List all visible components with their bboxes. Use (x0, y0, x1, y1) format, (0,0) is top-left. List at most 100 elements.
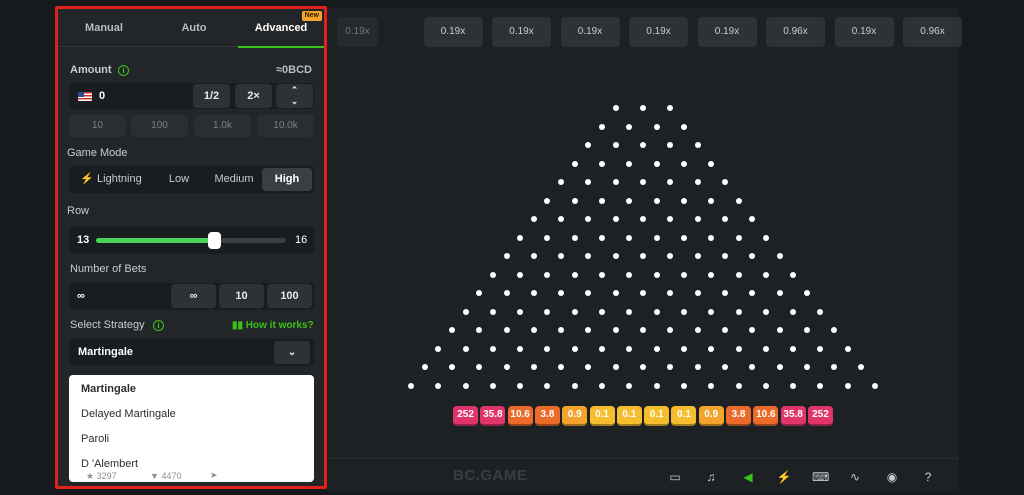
strategy-option-delayed-martingale[interactable]: Delayed Martingale (81, 408, 176, 420)
peg (462, 345, 469, 352)
sound-icon[interactable]: ◀ (740, 469, 756, 485)
peg (694, 216, 701, 222)
tab-advanced-label: Advanced (254, 22, 308, 34)
peg (503, 327, 510, 333)
book-icon: ▮▮ (232, 320, 244, 331)
row-slider-thumb[interactable] (207, 232, 221, 249)
peg (680, 160, 687, 167)
tab-manual[interactable]: Manual (58, 9, 150, 47)
peg (503, 290, 510, 296)
lightning-icon: ⚡ (80, 173, 94, 185)
share-icon[interactable]: ➤ (210, 470, 218, 481)
bets-10-button[interactable]: 10 (219, 284, 264, 308)
amount-input[interactable]: 0 (99, 83, 105, 109)
peg (544, 271, 551, 278)
peg (585, 364, 592, 370)
mode-lightning[interactable]: ⚡ Lightning (71, 168, 151, 191)
strategy-option-dalembert[interactable]: D 'Alembert (81, 458, 138, 470)
peg (585, 290, 592, 296)
peg (448, 327, 455, 333)
peg (571, 234, 578, 241)
peg (721, 327, 728, 333)
number-of-bets-field[interactable]: ∞ ∞ 10 100 (69, 283, 314, 310)
peg (407, 382, 414, 389)
peg (790, 382, 797, 389)
row-slider[interactable] (96, 232, 286, 249)
peg (749, 327, 756, 333)
likes-stat[interactable]: ★ 3297 (86, 471, 117, 482)
peg (448, 364, 455, 370)
preset-100[interactable]: 100 (131, 115, 188, 137)
bet-control-panel: Manual Auto Advanced New Amount i ≈0BCD … (55, 6, 327, 489)
window-icon[interactable]: ▭ (667, 469, 683, 485)
peg (708, 234, 715, 241)
peg (544, 382, 551, 389)
peg (571, 345, 578, 352)
favorites-stat[interactable]: ▼ 4470 (150, 471, 181, 481)
amount-stepper-icon[interactable]: ⌃ ⌄ (276, 84, 313, 108)
peg (667, 290, 674, 296)
chevron-down-icon[interactable]: ⌄ (274, 341, 310, 364)
peg (735, 234, 742, 241)
peg (803, 327, 810, 333)
tab-advanced[interactable]: Advanced New (238, 9, 324, 48)
how-it-works-link[interactable]: ▮▮ How it works? (232, 320, 314, 331)
help-icon[interactable]: ? (920, 469, 936, 485)
preset-10k[interactable]: 10.0k (257, 115, 314, 137)
bets-input[interactable]: ∞ (77, 290, 85, 302)
peg (626, 197, 633, 204)
plinko-board: 252 35.8 10.6 3.8 0.9 0.1 0.1 0.1 0.1 0.9 3.8 10.6 3… (327, 8, 959, 492)
peg (749, 216, 756, 222)
row-min: 13 (77, 234, 90, 246)
music-icon[interactable]: ♫ (703, 469, 719, 485)
lightning-icon[interactable]: ⚡ (776, 469, 792, 485)
peg (571, 271, 578, 278)
game-mode-selector: ⚡ Lightning Low Medium High (69, 166, 314, 193)
peg (517, 382, 524, 389)
half-button[interactable]: 1/2 (193, 84, 230, 108)
peg (680, 123, 687, 130)
peg (558, 290, 565, 296)
stats-icon[interactable]: ∿ (847, 469, 863, 485)
peg (476, 290, 483, 296)
peg (667, 253, 674, 259)
strategy-info-icon[interactable]: i (153, 320, 164, 331)
tab-auto[interactable]: Auto (150, 9, 238, 47)
peg (708, 160, 715, 167)
amount-field[interactable]: 0 1/2 2× ⌃ ⌄ (69, 83, 314, 109)
peg (762, 382, 769, 389)
strategy-option-paroli[interactable]: Paroli (81, 433, 109, 445)
strategy-select[interactable]: Martingale ⌄ (69, 339, 314, 366)
bets-100-button[interactable]: 100 (267, 284, 312, 308)
double-button[interactable]: 2× (235, 84, 272, 108)
peg (667, 105, 674, 111)
mode-high[interactable]: High (262, 168, 312, 191)
peg (599, 160, 606, 167)
peg (599, 271, 606, 278)
peg (721, 253, 728, 259)
keyboard-icon[interactable]: ⌨ (812, 469, 829, 485)
multiplier-slot: 0.9 (698, 406, 724, 426)
peg (762, 271, 769, 278)
security-icon[interactable]: ◉ (884, 469, 900, 485)
preset-1k[interactable]: 1.0k (194, 115, 251, 137)
peg (776, 364, 783, 370)
peg (680, 382, 687, 389)
peg (585, 327, 592, 333)
preset-10[interactable]: 10 (69, 115, 126, 137)
peg (612, 179, 619, 185)
peg (694, 364, 701, 370)
peg (680, 197, 687, 204)
row-max: 16 (295, 234, 308, 246)
row-label: Row (67, 205, 90, 217)
peg (571, 197, 578, 204)
peg (585, 253, 592, 259)
bets-infinity-button[interactable]: ∞ (171, 284, 216, 308)
peg (667, 142, 674, 148)
amount-info-icon[interactable]: i (118, 65, 129, 76)
mode-low[interactable]: Low (153, 168, 205, 191)
peg (530, 290, 537, 296)
multiplier-slot: 252 (453, 406, 479, 426)
strategy-option-martingale[interactable]: Martingale (81, 383, 136, 395)
mode-medium[interactable]: Medium (207, 168, 261, 191)
